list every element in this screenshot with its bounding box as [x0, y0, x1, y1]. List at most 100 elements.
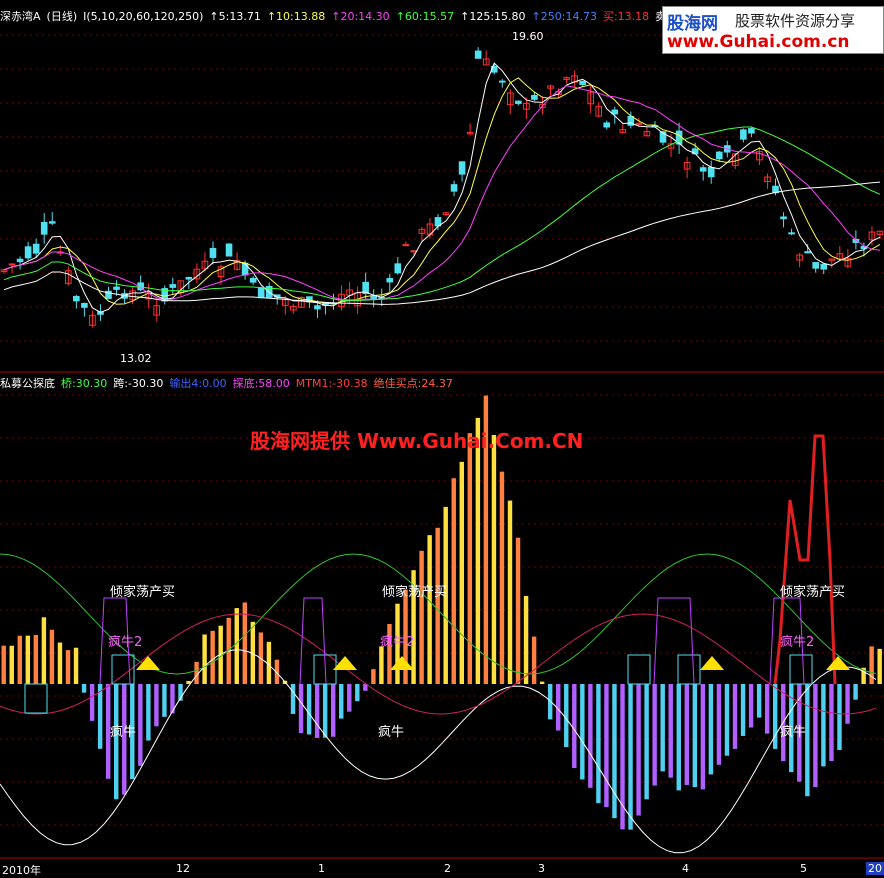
- signal-buy-label: 倾家荡产买: [110, 584, 175, 600]
- candle-body: [40, 221, 48, 235]
- histogram-bar: [202, 634, 207, 684]
- histogram-bar: [371, 669, 376, 684]
- stock-chart-window: { "top_legend": [ {"text":"深赤湾A", "color…: [0, 0, 884, 878]
- histogram-bar: [97, 684, 103, 749]
- candle-body: [394, 263, 402, 274]
- histogram-bar: [676, 684, 681, 791]
- signal-bull-label: 疯牛: [110, 724, 136, 740]
- histogram-bar: [9, 645, 14, 684]
- indicator-legend-item: 输出4:0.00: [169, 377, 227, 390]
- histogram-bar: [451, 478, 456, 684]
- histogram-bar: [114, 684, 119, 800]
- histogram-bar: [49, 629, 55, 684]
- histogram-bar: [210, 630, 215, 684]
- top-legend-item: I(5,10,20,60,120,250): [83, 10, 204, 23]
- watermark-center: 股海网提供 Www.Guhai.Com.CN: [250, 429, 584, 453]
- candle-body: [48, 221, 56, 224]
- candle-body: [715, 151, 723, 160]
- histogram-bar: [684, 684, 690, 785]
- indicator-legend-item: MTM1:-30.38: [295, 377, 368, 390]
- histogram-bar: [708, 684, 714, 775]
- histogram-bar: [467, 433, 473, 684]
- histogram-bar: [435, 527, 440, 684]
- signal-bull-label: 疯牛: [378, 724, 404, 740]
- histogram-bar: [347, 684, 352, 712]
- histogram-bar: [459, 461, 464, 684]
- candle-body: [257, 287, 265, 299]
- ma5-line: [3, 62, 881, 313]
- histogram-bar: [427, 535, 432, 684]
- indicator-legend-item: 私募公探底: [0, 377, 55, 390]
- candle-body: [820, 263, 828, 270]
- top-legend-item: (日线): [46, 10, 78, 23]
- histogram-bar: [572, 684, 577, 769]
- x-axis-label: 3: [538, 862, 545, 875]
- histogram-bar: [580, 684, 585, 780]
- top-legend-item: ↑125:15.80: [460, 10, 526, 23]
- histogram-bar: [298, 684, 304, 734]
- candle-body: [32, 243, 40, 254]
- histogram-bar: [636, 684, 641, 816]
- indicator-legend-item: 探底:58.00: [232, 377, 290, 390]
- candle-body: [209, 247, 217, 258]
- indicator-legend-item: 桥:30.30: [61, 377, 108, 390]
- candle-body: [458, 161, 466, 175]
- x-axis-label: 12: [176, 862, 190, 875]
- x-axis-label: 2: [444, 862, 451, 875]
- histogram-bar: [81, 684, 87, 693]
- candle-body: [515, 100, 522, 104]
- candle-body: [603, 122, 611, 128]
- x-axis-label: 2010年: [2, 864, 41, 877]
- histogram-bar: [700, 684, 706, 790]
- histogram-bar: [387, 623, 392, 684]
- candle-body: [241, 262, 249, 276]
- ma20-line: [3, 85, 881, 301]
- candle-body: [169, 284, 177, 288]
- candle-body: [474, 50, 482, 59]
- candle-body: [812, 262, 820, 269]
- candle-body: [748, 128, 755, 134]
- candle-body: [788, 232, 795, 235]
- watermark-logo-cn: 股海网: [667, 14, 718, 34]
- candle-body: [780, 216, 787, 220]
- histogram-bar: [805, 684, 810, 797]
- candle-body: [24, 246, 32, 259]
- indicator-legend-item: 绝佳买点:24.37: [373, 377, 453, 390]
- signal-plateau: [299, 597, 327, 685]
- histogram-bar: [475, 417, 481, 684]
- histogram-bar: [194, 661, 199, 684]
- signal-bull2-label: 疯牛2: [108, 634, 142, 650]
- histogram-bar: [531, 636, 537, 684]
- histogram-bar: [877, 648, 882, 684]
- watermark-logo: 股海网 股票软件资源分享 www.Guhai.com.cn: [662, 6, 884, 54]
- candle-body: [113, 286, 120, 290]
- histogram-bar: [89, 684, 95, 721]
- histogram-bar: [845, 684, 850, 724]
- candle-body: [73, 295, 80, 302]
- watermark-logo-url: www.Guhai.com.cn: [667, 32, 850, 52]
- candle-body: [185, 277, 193, 280]
- histogram-bar: [507, 500, 513, 684]
- histogram-bar: [604, 684, 609, 808]
- histogram-bar: [330, 684, 336, 737]
- histogram-bar: [379, 646, 384, 684]
- candle-body: [225, 243, 233, 257]
- signal-bull-label: 疯牛: [780, 724, 806, 740]
- histogram-bar: [764, 684, 770, 734]
- histogram-bar: [73, 647, 79, 684]
- histogram-bar: [266, 641, 272, 684]
- candle-body: [16, 258, 24, 263]
- signal-plateau: [653, 597, 695, 685]
- buy-triangle: [700, 656, 724, 670]
- histogram-bar: [539, 681, 545, 684]
- histogram-bar: [829, 684, 834, 762]
- candle-body: [579, 80, 586, 85]
- top-legend: 深赤湾A (日线) I(5,10,20,60,120,250) ↑5:13.71 ↑10…: [0, 10, 704, 24]
- histogram-bar: [17, 635, 22, 684]
- x-axis-label: 1: [318, 862, 325, 875]
- top-legend-item: 深赤湾A: [0, 10, 41, 23]
- histogram-bar: [419, 550, 424, 684]
- histogram-bar: [25, 635, 31, 684]
- histogram-bar: [322, 684, 328, 738]
- buy-triangle: [333, 656, 357, 670]
